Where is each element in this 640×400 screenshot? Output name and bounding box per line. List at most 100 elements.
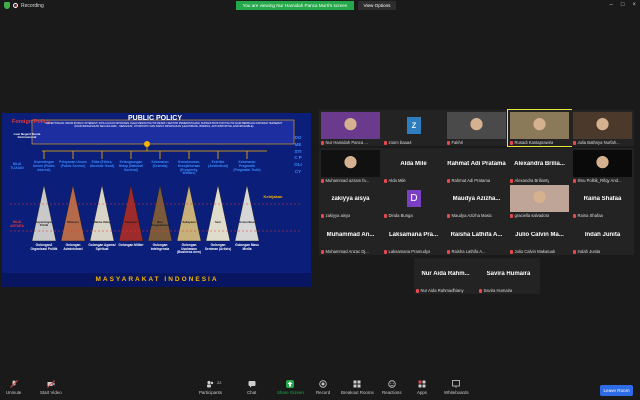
nilai-tujuan-value: Kepentingan Umum (Public Interest) (32, 160, 56, 172)
recording-icon (13, 3, 18, 8)
participant-tile[interactable]: Fakhri (445, 110, 508, 146)
participant-name-label: Raisha Lathifa A... (447, 249, 486, 254)
participant-tile[interactable]: Ilmu Politik_Rifqy And... (571, 148, 634, 184)
participant-name-label: Muhammad Anzac Dj... (321, 249, 369, 254)
domestic-policy-label: DOMESTIC POLICY (294, 135, 302, 174)
nilai-tujuan-value: Kebenaran (Scientia) (151, 160, 169, 168)
participant-name-label: Rusadi Kantaprawira (510, 140, 553, 145)
participant-video (321, 112, 380, 139)
mic-muted-icon (416, 288, 419, 293)
participant-tile[interactable]: Rahmat Adi Pratama Rahmat Adi Pratama (445, 148, 508, 184)
nilai-antara-value: Kekayaan (182, 220, 196, 224)
participant-tile[interactable]: Laksamana Pra... Laksamana Pramudya (382, 219, 445, 255)
participant-tile[interactable]: zakiyya aisya zakiyya aisya (319, 183, 382, 219)
participant-tile[interactable]: Indah Junita Indah Junita (571, 219, 634, 255)
apps-icon (418, 380, 426, 388)
nilai-tujuan-value: Estetika (Aesthetical) (208, 160, 228, 168)
leave-room-button[interactable]: Leave Room (600, 385, 633, 396)
mic-muted-icon (573, 140, 576, 145)
nilai-tujuan-value: Kemakmuran, Kesejahteraan (Prosperity, W… (177, 160, 201, 176)
share-screen-button[interactable]: Share Screen (277, 380, 304, 395)
mic-muted-icon (573, 213, 576, 218)
participants-icon (206, 380, 214, 388)
participant-name: Raisha Lathifa A... (451, 249, 486, 254)
nilai-tujuan-value: Kelangsungan Hidup (National Survival) (118, 160, 144, 172)
nilai-antara-label: NILAI ANTARA (10, 220, 24, 228)
participant-name: Maudya Azizha Masic (451, 213, 493, 218)
participant-name: graciella salvadora (514, 213, 550, 218)
participant-name: Muhammad Anzac Dj... (325, 249, 369, 254)
recording-label: Recording (21, 2, 44, 9)
maximize-icon[interactable]: □ (621, 2, 625, 8)
nilai-tujuan-value: Etika (Ethics, Absolute Good) (89, 160, 115, 168)
mic-muted-icon (510, 140, 513, 145)
participant-tile[interactable]: Raisha Lathifa A... Raisha Lathifa A... (445, 219, 508, 255)
mic-muted-icon (321, 140, 324, 145)
participant-tile[interactable]: Muhammad azzam fa... (319, 148, 382, 184)
mic-muted-icon (447, 140, 450, 145)
participant-tile[interactable]: Muhammad An... Muhammad Anzac Dj... (319, 219, 382, 255)
participant-tile[interactable]: Alda Mile Alda Mile (382, 148, 445, 184)
participant-tile[interactable]: Rusadi Kantaprawira (507, 109, 572, 147)
participant-name-label: Nur Hamidah Panca ... (321, 140, 368, 145)
slide-diagram (2, 113, 311, 287)
participant-tile[interactable]: Savira Humaira Savira Humaira (477, 258, 540, 294)
nilai-tujuan-label: NILAI TUJUAN (10, 162, 24, 170)
share-screen-icon (286, 380, 295, 388)
view-options-button[interactable]: View Options (358, 1, 396, 10)
chat-button[interactable]: Chat (247, 380, 256, 395)
participant-display-name: Nur Aida Rahm... (421, 271, 470, 277)
participant-display-name: Laksamana Pra... (388, 232, 439, 238)
participant-display-name: Alda Mile (400, 161, 427, 167)
participant-video (573, 112, 632, 139)
minimize-icon[interactable]: – (610, 2, 613, 8)
participant-name-label: Indah Junita (573, 249, 600, 254)
participant-tile[interactable]: Nur Hamidah Panca ... (319, 110, 382, 146)
participant-name: Fakhri (451, 140, 464, 145)
golongan-label: Golongan Seniman (Artists) (204, 243, 232, 251)
slide-header-text: KEPENTINGAN UMUM (PUBLIC INTEREST) DIOLA… (45, 122, 283, 128)
unmute-button[interactable]: Unmute (6, 380, 21, 395)
mic-muted-icon (321, 213, 324, 218)
top-bar: Recording You are viewing Nur Hamidah Pa… (0, 0, 640, 12)
golongan-label: Golongan Administrasi (63, 243, 83, 251)
nilai-tujuan-value: Kebenaran Pragmatik (Pragmatic Truth) (233, 160, 261, 172)
participant-tile[interactable]: Alexandra Brilia... Alexandra Brilianty (508, 148, 571, 184)
nilai-antara-value: Efisiensi (67, 220, 79, 224)
participant-name-label: Raina Shafaa (573, 213, 603, 218)
close-icon[interactable]: × (632, 2, 636, 8)
shared-screen-slide: Foreign Policy Luar Negeri/ Dunia Intern… (2, 113, 311, 287)
reactions-button[interactable]: Reactions (382, 380, 402, 395)
participant-tile[interactable]: z zoom baaa4 (382, 110, 445, 146)
apps-button[interactable]: Apps (417, 380, 427, 395)
participant-name-label: graciella salvadora (510, 213, 549, 218)
mic-muted-icon (9, 380, 18, 388)
participant-display-name: zakiyya aisya (331, 196, 370, 202)
participant-display-name: Julio Calvin Ma... (515, 232, 564, 238)
record-button[interactable]: Record (316, 380, 330, 395)
participant-name-label: Fakhri (447, 140, 463, 145)
nilai-antara-value: Komunikasi (239, 220, 255, 224)
participant-tile[interactable]: Julia Bathsya Nurfah... (571, 110, 634, 146)
golongan-label: Golongan Usahawan (Business men) (177, 243, 201, 255)
participant-name-label: zakiyya aisya (321, 213, 350, 218)
start-video-button[interactable]: Start Video (40, 380, 62, 395)
golongan-label: Golongan Mass Media (235, 243, 259, 251)
participant-tile[interactable]: Julio Calvin Ma... Julio Calvin Makatuuk (508, 219, 571, 255)
nilai-antara-value: Kepentingan Politik (35, 220, 53, 228)
participant-tile[interactable]: Nur Aida Rahm... Nur Aida Rahmadhiany (414, 258, 477, 294)
participant-avatar: D (407, 190, 421, 207)
participant-display-name: Raina Shafaa (583, 196, 622, 202)
participant-tile[interactable]: graciella salvadora (508, 183, 571, 219)
participant-tile[interactable]: D Dinda Bunga (382, 183, 445, 219)
breakout-rooms-button[interactable]: Breakout Rooms (341, 380, 374, 395)
participant-name: Rusadi Kantaprawira (514, 140, 554, 145)
participant-tile[interactable]: Maudya Azizha... Maudya Azizha Masic (445, 183, 508, 219)
golongan-label: Golongan Intelegensia (150, 243, 170, 251)
mic-muted-icon (321, 178, 324, 183)
recording-indicator[interactable]: Recording (4, 2, 44, 9)
security-shield-icon[interactable] (4, 2, 10, 9)
whiteboards-button[interactable]: Whiteboards (444, 380, 469, 395)
participant-tile[interactable]: Raina Shafaa Raina Shafaa (571, 183, 634, 219)
participant-name: Nur Aida Rahmadhiany (420, 288, 464, 293)
